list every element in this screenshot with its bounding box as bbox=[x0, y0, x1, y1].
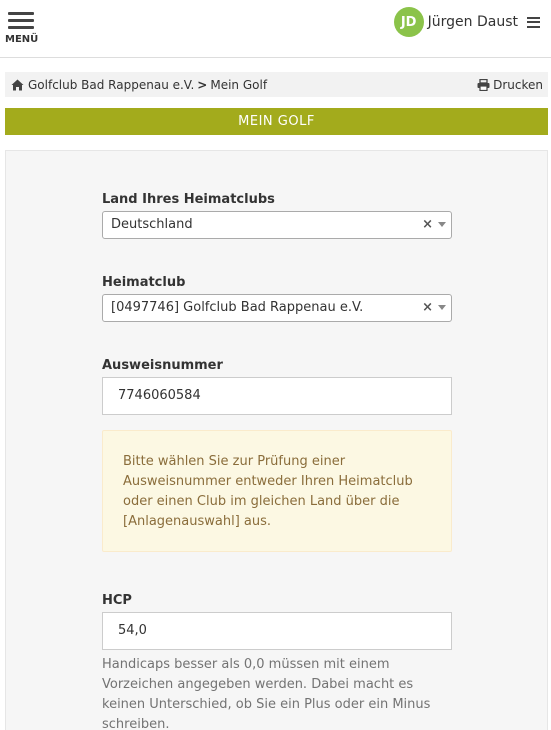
page-title: MEIN GOLF bbox=[5, 108, 548, 135]
id-number-label: Ausweisnummer bbox=[102, 358, 223, 373]
hamburger-icon-bar bbox=[8, 19, 34, 22]
breadcrumb-bar: Golfclub Bad Rappenau e.V. > Mein Golf D… bbox=[5, 72, 548, 97]
homeclub-clear-icon[interactable]: × bbox=[422, 295, 433, 321]
homeclub-select[interactable]: [0497746] Golfclub Bad Rappenau e.V. × bbox=[102, 294, 452, 322]
hcp-help-text: Handicaps besser als 0,0 müssen mit eine… bbox=[102, 657, 431, 730]
country-select[interactable]: Deutschland × bbox=[102, 211, 452, 239]
printer-icon bbox=[477, 78, 490, 91]
hamburger-icon bbox=[8, 12, 34, 15]
print-button[interactable]: Drucken bbox=[477, 72, 543, 97]
breadcrumb: Golfclub Bad Rappenau e.V. > Mein Golf bbox=[11, 72, 267, 97]
main-menu-button[interactable]: MENÜ bbox=[5, 12, 39, 48]
country-label: Land Ihres Heimatclubs bbox=[102, 192, 275, 207]
hamburger-icon bbox=[527, 16, 540, 28]
avatar: JD bbox=[393, 7, 424, 37]
user-menu-button[interactable]: JD Jürgen Daust bbox=[393, 7, 540, 37]
hamburger-icon-bar bbox=[8, 26, 34, 29]
breadcrumb-current-page[interactable]: Mein Golf bbox=[210, 78, 267, 92]
hcp-input[interactable]: 54,0 bbox=[102, 612, 452, 650]
validation-notice: Bitte wählen Sie zur Prüfung einer Auswe… bbox=[102, 430, 452, 552]
chevron-down-icon bbox=[438, 305, 446, 310]
id-number-input[interactable]: 7746060584 bbox=[102, 377, 452, 415]
chevron-down-icon bbox=[438, 222, 446, 227]
breadcrumb-separator: > bbox=[197, 77, 208, 92]
home-icon[interactable] bbox=[11, 79, 24, 91]
homeclub-label: Heimatclub bbox=[102, 275, 186, 290]
breadcrumb-club-link[interactable]: Golfclub Bad Rappenau e.V. bbox=[28, 78, 194, 92]
print-label: Drucken bbox=[493, 77, 543, 92]
country-select-value: Deutschland bbox=[111, 217, 193, 232]
hcp-label: HCP bbox=[102, 593, 132, 608]
homeclub-select-value: [0497746] Golfclub Bad Rappenau e.V. bbox=[111, 300, 364, 315]
country-clear-icon[interactable]: × bbox=[422, 212, 433, 238]
menu-label: MENÜ bbox=[5, 34, 39, 45]
top-header: MENÜ JD Jürgen Daust bbox=[0, 0, 551, 58]
user-name: Jürgen Daust bbox=[427, 14, 518, 30]
